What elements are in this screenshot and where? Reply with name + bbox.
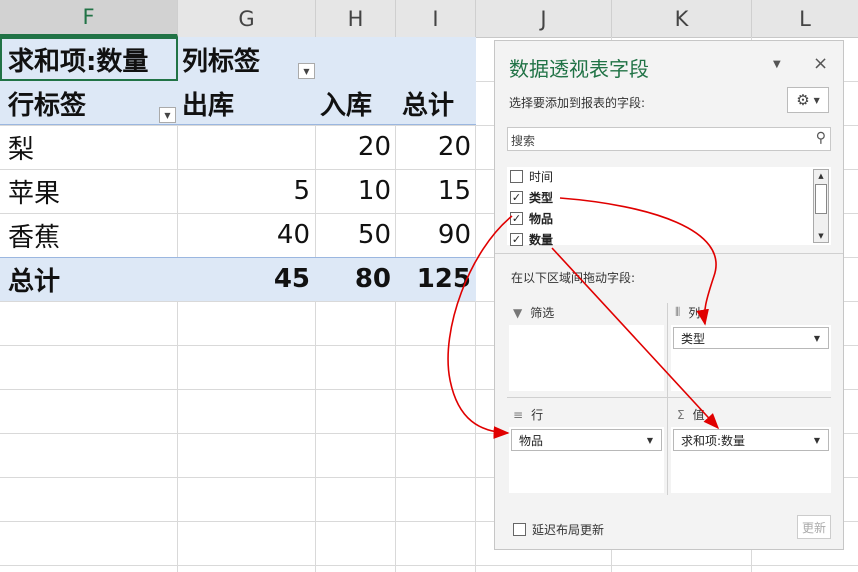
annotation-arrows — [447, 197, 720, 439]
arrow-quantity-to-values — [551, 247, 720, 430]
arrow-item-to-rows — [447, 215, 513, 439]
arrow-type-to-columns — [559, 197, 717, 326]
